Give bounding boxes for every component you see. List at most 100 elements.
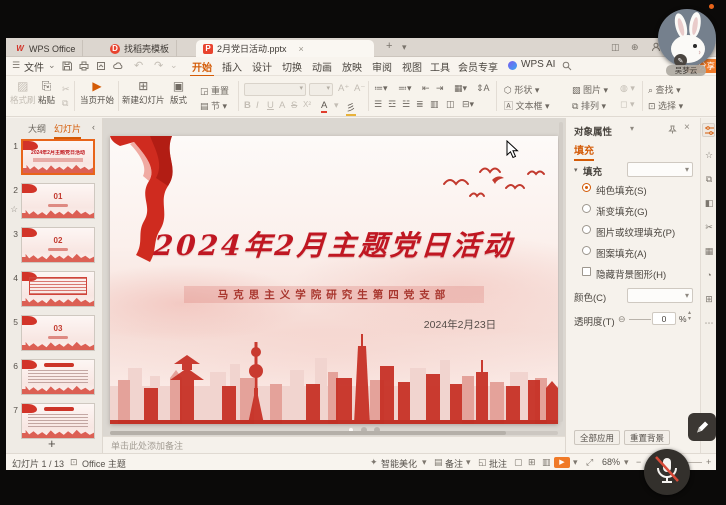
slide-thumbnail-3[interactable]: 02 bbox=[21, 227, 95, 263]
slideshow-play-button[interactable]: ▶ bbox=[554, 457, 570, 468]
tab-view[interactable]: 视图 bbox=[402, 59, 422, 74]
apply-all-button[interactable]: 全部应用 bbox=[574, 430, 620, 445]
annotation-pen-button[interactable] bbox=[688, 413, 716, 441]
tab-membership[interactable]: 会员专享 bbox=[458, 59, 498, 74]
font-size-combo[interactable] bbox=[309, 83, 333, 96]
settings-icon[interactable]: ⊕ bbox=[631, 42, 639, 53]
tab-review[interactable]: 审阅 bbox=[372, 59, 392, 74]
decrease-font-icon[interactable]: A⁻ bbox=[354, 83, 365, 94]
horizontal-scroll-thumb[interactable] bbox=[110, 431, 506, 435]
properties-strip-button[interactable] bbox=[702, 123, 715, 137]
hide-background-checkbox[interactable] bbox=[582, 267, 591, 276]
cloud-icon[interactable] bbox=[113, 61, 124, 71]
gradient-fill-radio[interactable] bbox=[582, 204, 591, 213]
font-color-button[interactable]: A bbox=[321, 100, 327, 113]
picture-button[interactable]: ▧ 图片 ▾ bbox=[572, 83, 608, 96]
transparency-minus-icon[interactable]: ⊖ bbox=[618, 314, 626, 325]
section-button[interactable]: ▤ 节 ▾ bbox=[200, 99, 227, 112]
align-center-icon[interactable]: ☲ bbox=[388, 99, 396, 110]
distribute-icon[interactable]: ▥ bbox=[430, 99, 439, 110]
reset-button[interactable]: ◲ 重置 bbox=[200, 84, 229, 97]
numbering-icon[interactable]: ≕▾ bbox=[398, 83, 412, 94]
align-right-icon[interactable]: ☱ bbox=[402, 99, 410, 110]
microphone-muted-button[interactable] bbox=[644, 449, 690, 495]
reset-background-button[interactable]: 重置背景 bbox=[624, 430, 670, 445]
file-caret-icon[interactable]: ⌄ bbox=[48, 60, 56, 71]
new-tab-button[interactable]: + bbox=[386, 40, 392, 52]
favorites-strip-icon[interactable]: ☆ bbox=[701, 150, 716, 161]
decrease-indent-icon[interactable]: ⇤ bbox=[422, 83, 430, 94]
hide-background-label[interactable]: 隐藏背景图形(H) bbox=[596, 267, 666, 281]
zoom-caret-icon[interactable]: ▾ bbox=[624, 457, 629, 468]
solid-fill-label[interactable]: 纯色填充(S) bbox=[596, 183, 647, 197]
highlight-color-icon[interactable]: ▾ bbox=[334, 100, 339, 111]
zoom-in-icon[interactable]: + bbox=[706, 457, 711, 467]
text-effect-button[interactable]: 彡 bbox=[346, 100, 356, 116]
calendar-strip-icon[interactable]: ⊞ bbox=[701, 294, 716, 305]
font-name-combo[interactable] bbox=[244, 83, 306, 96]
panel-title-caret-icon[interactable]: ▾ bbox=[630, 124, 634, 133]
more-strip-icon[interactable]: ⋯ bbox=[701, 318, 716, 329]
undo-icon[interactable]: ↶ bbox=[134, 59, 143, 72]
cut-icon[interactable]: ✂ bbox=[62, 84, 70, 95]
pin-icon[interactable] bbox=[668, 125, 677, 134]
tab-design[interactable]: 设计 bbox=[252, 59, 272, 74]
new-slide-button[interactable]: ⊞ 新建幻灯片 bbox=[122, 80, 165, 106]
export-icon[interactable] bbox=[96, 61, 106, 71]
sorter-view-icon[interactable]: ⊞ bbox=[528, 457, 536, 468]
slide-canvas[interactable]: 2024年2月主题党日活动 马克思主义学院研究生第四党支部 2024年2月23日 bbox=[110, 136, 558, 424]
strikethrough-button[interactable]: S bbox=[291, 100, 297, 111]
fit-slide-icon[interactable]: ⤢ bbox=[586, 457, 593, 468]
collapse-panel-icon[interactable]: ‹ bbox=[92, 122, 95, 132]
italic-button[interactable]: I bbox=[256, 100, 259, 111]
underline-button[interactable]: U bbox=[267, 100, 274, 111]
tab-docer-templates[interactable]: D 找稻壳模板 bbox=[103, 40, 177, 57]
tab-tools[interactable]: 工具 bbox=[430, 59, 450, 74]
slide-thumbnail-1[interactable]: 2024年2月主题党日活动 bbox=[21, 139, 95, 175]
slide-thumbnail-5[interactable]: 03 bbox=[21, 315, 95, 351]
horizontal-scrollbar[interactable] bbox=[110, 431, 558, 435]
select-button[interactable]: ⊡ 选择 ▾ bbox=[648, 99, 683, 112]
fill-tab[interactable]: 填充 bbox=[574, 142, 594, 161]
smart-format-icon[interactable]: ⊟▾ bbox=[462, 99, 474, 110]
tab-transition[interactable]: 切换 bbox=[282, 59, 302, 74]
pattern-fill-label[interactable]: 图案填充(A) bbox=[596, 246, 647, 260]
wps-ai-button[interactable]: WPS AI bbox=[521, 59, 555, 70]
zoom-level[interactable]: 68% bbox=[602, 457, 620, 467]
layout-switch-icon[interactable]: ◫ bbox=[611, 42, 620, 53]
picture-fill-label[interactable]: 图片或纹理填充(P) bbox=[596, 225, 675, 239]
outline-tab[interactable]: 大纲 bbox=[28, 122, 46, 135]
save-icon[interactable] bbox=[62, 61, 72, 71]
transparency-spinner[interactable]: ▴▾ bbox=[688, 310, 691, 322]
slides-tab[interactable]: 幻灯片 bbox=[54, 122, 81, 139]
arrange-button[interactable]: ⧉ 排列 ▾ bbox=[572, 99, 606, 112]
copy-icon[interactable]: ⧉ bbox=[62, 98, 68, 109]
find-button[interactable]: ⌕ 查找 ▾ bbox=[648, 83, 681, 96]
webcam-overlay[interactable] bbox=[658, 9, 716, 67]
align-left-icon[interactable]: ☰ bbox=[374, 99, 382, 110]
shapes-button[interactable]: ⬡ 形状 ▾ bbox=[504, 83, 539, 96]
tab-list-caret-icon[interactable]: ▾ bbox=[402, 42, 407, 53]
file-menu[interactable]: 文件 bbox=[24, 59, 44, 74]
justify-icon[interactable]: ≣ bbox=[416, 99, 424, 110]
play-caret-icon[interactable]: ▾ bbox=[573, 457, 578, 468]
tab-document-active[interactable]: P 2月党日活动.pptx × bbox=[196, 40, 374, 57]
gradient-fill-label[interactable]: 渐变填充(G) bbox=[596, 204, 648, 218]
history-caret-icon[interactable]: ⌄ bbox=[170, 60, 178, 71]
outline-tool-icon[interactable]: ◻ ▾ bbox=[620, 99, 635, 110]
editing-canvas[interactable]: 2024年2月主题党日活动 马克思主义学院研究生第四党支部 2024年2月23日 bbox=[103, 118, 565, 453]
tab-home[interactable]: 开始 bbox=[192, 59, 212, 74]
beautify-button[interactable]: 智能美化 bbox=[381, 457, 417, 470]
line-spacing-icon[interactable]: ⇕A bbox=[476, 83, 490, 94]
print-icon[interactable] bbox=[79, 61, 89, 71]
tab-insert[interactable]: 插入 bbox=[222, 59, 242, 74]
comment-button[interactable]: 批注 bbox=[489, 457, 507, 470]
slide-subtitle[interactable]: 马克思主义学院研究生第四党支部 bbox=[184, 286, 484, 303]
paste-button[interactable]: ⎘ 粘贴 bbox=[38, 80, 55, 106]
slide-thumbnail-2[interactable]: 01 bbox=[21, 183, 95, 219]
tab-animation[interactable]: 动画 bbox=[312, 59, 332, 74]
fill-type-combo[interactable] bbox=[627, 162, 693, 177]
notes-caret-icon[interactable]: ▾ bbox=[466, 457, 471, 468]
transparency-value-input[interactable]: 0 bbox=[652, 312, 676, 325]
tab-wps-office[interactable]: W WPS Office bbox=[8, 40, 83, 57]
